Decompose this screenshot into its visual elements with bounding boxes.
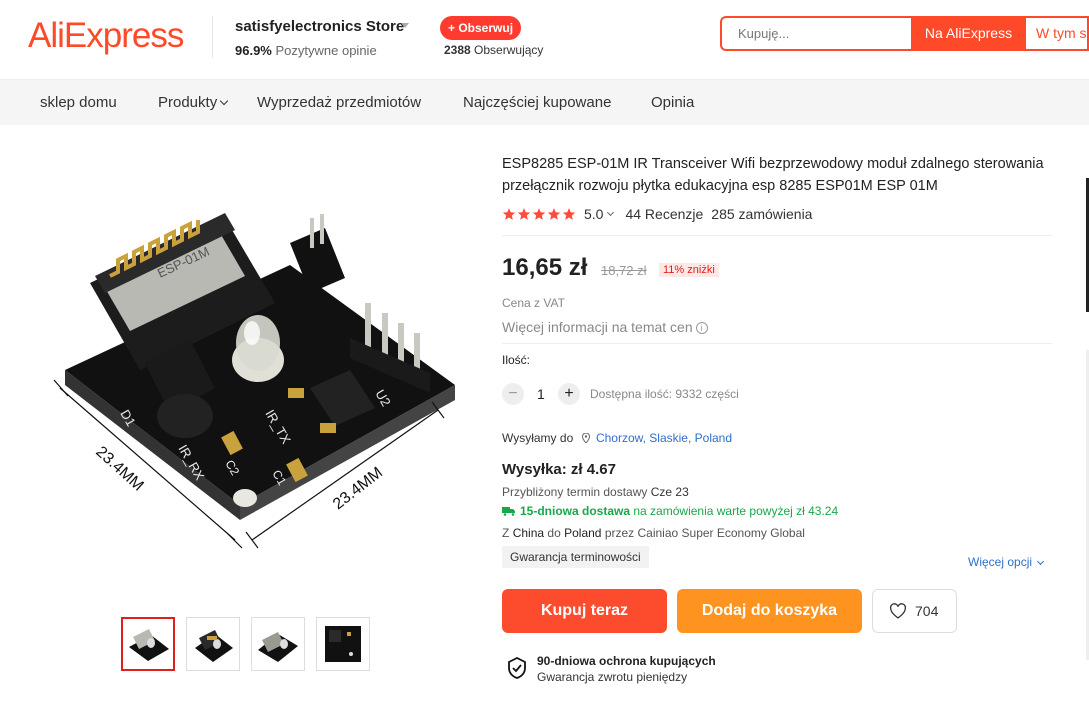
product-main-image[interactable]: ESP-01M D1 IR_RX IR_TX C2 C1 U2 23.4MM 2… <box>20 148 470 588</box>
current-price: 16,65 zł <box>502 254 588 281</box>
truck-icon <box>502 507 515 516</box>
buyer-protection-title: 90-dniowa ochrona kupujących <box>537 654 716 668</box>
rating-value[interactable]: 5.0 <box>584 206 603 222</box>
thumbnail-image <box>325 626 361 662</box>
ship-to: Wysyłamy do Chorzow, Slaskie, Poland <box>502 431 732 445</box>
buyer-protection-subtitle: Gwarancja zwrotu pieniędzy <box>537 670 688 684</box>
location-pin-icon <box>581 433 590 443</box>
nav-item-label: Wyprzedaż przedmiotów <box>257 94 422 111</box>
store-caret-icon[interactable] <box>401 23 409 28</box>
fast-delivery-condition: na zamówienia warte powyżej zł 43.24 <box>633 504 839 518</box>
header: AliExpress satisfyelectronics Store 96.9… <box>0 0 1089 80</box>
nav-item-home[interactable]: sklep domu <box>40 94 117 111</box>
nav-item-sale[interactable]: Wyprzedaż przedmiotów <box>257 94 421 111</box>
nav-item-label: sklep domu <box>40 94 117 111</box>
quantity-available: Dostępna ilość: 9332 części <box>590 387 739 401</box>
star-icon <box>502 208 516 220</box>
wishlist-button[interactable]: 704 <box>872 589 957 633</box>
search-input[interactable]: Kupuję... <box>720 16 912 51</box>
shipping-route: Z China do Poland przez Cainiao Super Ec… <box>502 526 805 540</box>
dimension-right-label: 23.4MM <box>330 464 386 513</box>
quantity-label: Ilość: <box>502 353 531 367</box>
star-icon <box>517 208 531 220</box>
store-name[interactable]: satisfyelectronics Store <box>235 18 404 35</box>
delivery-estimate: Przybliżony termin dostawy Cze 23 <box>502 485 689 499</box>
quantity-decrease-button[interactable]: − <box>502 383 524 405</box>
followers: 2388 Obserwujący <box>444 43 543 57</box>
thumbnail-image <box>258 632 298 662</box>
heart-icon <box>890 603 906 619</box>
aliexpress-logo[interactable]: AliExpress <box>28 16 184 56</box>
route-to: Poland <box>564 526 602 540</box>
price-info-label: Więcej informacji na temat cen <box>502 319 693 335</box>
thumbnail-image <box>195 630 233 662</box>
wishlist-count: 704 <box>915 603 939 619</box>
store-rating-label: Pozytywne opinie <box>275 43 377 58</box>
star-icon <box>532 208 546 220</box>
price-info-link[interactable]: Więcej informacji na temat cen i <box>502 319 708 335</box>
rating-row: 5.0 44 Recenzje 285 zamówienia <box>502 205 812 223</box>
ship-to-label: Wysyłamy do <box>502 431 574 445</box>
followers-label: Obserwujący <box>474 43 544 57</box>
more-options-link[interactable]: Więcej opcji <box>968 555 1045 569</box>
chevron-down-icon[interactable] <box>607 208 615 216</box>
fast-delivery-title: 15-dniowa dostawa <box>520 504 631 518</box>
buy-now-button[interactable]: Kupuj teraz <box>502 589 667 633</box>
fast-delivery: 15-dniowa dostawa na zamówienia warte po… <box>502 504 838 518</box>
followers-count: 2388 <box>444 43 471 57</box>
search-aliexpress-button[interactable]: Na AliExpress <box>911 16 1026 51</box>
thumbnail-1[interactable] <box>121 617 175 671</box>
thumbnail-image <box>129 629 169 661</box>
discount-badge: 11% zniżki <box>659 263 719 277</box>
store-rating: 96.9% Pozytywne opinie <box>235 43 377 58</box>
star-icon <box>547 208 561 220</box>
route-carrier: przez Cainiao Super Economy Global <box>604 526 805 540</box>
store-nav: sklep domu Produkty Wyprzedaż przedmiotó… <box>0 80 1089 125</box>
ship-to-location[interactable]: Chorzow, Slaskie, Poland <box>596 431 732 445</box>
nav-item-label: Najczęściej kupowane <box>463 94 612 111</box>
on-time-guarantee-badge: Gwarancja terminowości <box>502 546 649 568</box>
nav-item-bestsellers[interactable]: Najczęściej kupowane <box>463 94 611 111</box>
quantity-increase-button[interactable]: + <box>558 383 580 405</box>
shield-check-icon <box>508 657 526 679</box>
nav-item-label: Produkty <box>158 94 218 111</box>
more-options-label: Więcej opcji <box>968 555 1033 569</box>
store-rating-value: 96.9% <box>235 43 272 58</box>
delivery-estimate-label: Przybliżony termin dostawy <box>502 485 648 499</box>
route-from: China <box>512 526 545 540</box>
star-icon <box>562 208 576 220</box>
route-to-label: do <box>547 526 561 540</box>
nav-item-label: Opinia <box>651 94 695 111</box>
dimension-left-label: 23.4MM <box>92 443 146 494</box>
product-title: ESP8285 ESP-01M IR Transceiver Wifi bezp… <box>502 156 1044 194</box>
quantity-value[interactable]: 1 <box>537 386 545 402</box>
route-from-label: Z <box>502 526 510 540</box>
nav-item-feedback[interactable]: Opinia <box>651 94 694 111</box>
rating-stars[interactable] <box>502 207 576 221</box>
reviews-link[interactable]: 44 Recenzje <box>625 206 703 222</box>
thumbnail-3[interactable] <box>251 617 305 671</box>
chevron-down-icon <box>1036 557 1045 566</box>
divider <box>502 235 1052 236</box>
add-to-cart-button[interactable]: Dodaj do koszyka <box>677 589 862 633</box>
vat-note: Cena z VAT <box>502 296 565 310</box>
search-store-button[interactable]: W tym sklepie <box>1026 16 1089 51</box>
header-divider <box>212 16 213 58</box>
orders-count: 285 zamówienia <box>711 206 813 222</box>
thumbnail-2[interactable] <box>186 617 240 671</box>
delivery-estimate-date: Cze 23 <box>650 485 689 499</box>
shipping-cost: Wysyłka: zł 4.67 <box>502 461 616 478</box>
follow-button[interactable]: + Obserwuj <box>440 16 522 40</box>
chevron-down-icon <box>219 96 229 106</box>
original-price: 18,72 zł <box>601 263 647 278</box>
divider <box>502 343 1052 344</box>
thumbnail-4[interactable] <box>316 617 370 671</box>
info-icon: i <box>695 322 708 334</box>
nav-item-products[interactable]: Produkty <box>158 94 229 111</box>
